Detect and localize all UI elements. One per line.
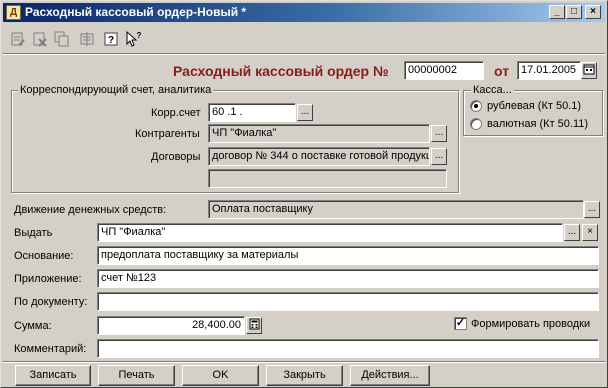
- properties-icon[interactable]: [78, 31, 96, 49]
- contragent-field[interactable]: ЧП "Фиалка": [208, 124, 430, 143]
- kassa-rub-radio[interactable]: [470, 100, 482, 112]
- document-field[interactable]: [97, 292, 599, 311]
- actions-button[interactable]: Действия...: [350, 365, 430, 386]
- edit-icon[interactable]: [9, 31, 27, 49]
- calendar-icon: [583, 64, 595, 75]
- toolbar-separator: [3, 53, 605, 55]
- issue-clear-button[interactable]: ×: [582, 224, 598, 241]
- document-date-field[interactable]: 17.01.2005: [517, 61, 581, 80]
- sum-label: Сумма:: [14, 320, 52, 332]
- help-icon[interactable]: ?: [102, 31, 120, 49]
- issue-label: Выдать: [14, 227, 53, 239]
- issue-select-button[interactable]: ...: [564, 224, 580, 241]
- movement-label: Движение денежных средств:: [14, 204, 167, 216]
- kassa-currency-label[interactable]: валютная (Кт 50.11): [487, 118, 588, 130]
- contragent-select-button[interactable]: ...: [431, 125, 447, 142]
- document-label: По документу:: [14, 296, 88, 308]
- document-number-field[interactable]: 00000002: [404, 61, 484, 80]
- account-label: Корр.счет: [151, 107, 201, 119]
- toolbar: ? ?: [7, 30, 167, 51]
- svg-text:?: ?: [137, 31, 142, 40]
- buttons-separator: [3, 361, 605, 363]
- whats-this-icon[interactable]: ?: [125, 30, 143, 49]
- movement-field[interactable]: Оплата поставщику: [208, 200, 584, 219]
- post-entries-label[interactable]: Формировать проводки: [471, 318, 590, 330]
- title-bar[interactable]: Д Расходный кассовый ордер-Новый * _ □ ×: [3, 3, 605, 22]
- kassa-group-title: Касса...: [471, 84, 514, 96]
- calculator-button[interactable]: [246, 317, 262, 334]
- date-from-label: от: [494, 63, 510, 79]
- maximize-button[interactable]: □: [566, 5, 582, 19]
- attachment-field[interactable]: счет №123: [97, 269, 599, 288]
- close-window-button[interactable]: ×: [585, 5, 601, 19]
- post-entries-checkbox[interactable]: ✓: [454, 317, 467, 330]
- extra-analytics-field[interactable]: [208, 169, 447, 188]
- save-button[interactable]: Записать: [15, 365, 91, 386]
- issue-field[interactable]: ЧП "Фиалка": [97, 223, 563, 242]
- sum-field[interactable]: 28,400.00: [97, 316, 245, 335]
- attachment-label: Приложение:: [14, 273, 82, 285]
- account-select-button[interactable]: ...: [297, 104, 313, 121]
- contract-select-button[interactable]: ...: [431, 148, 447, 165]
- analytics-group-title: Корреспондирующий счет, аналитика: [18, 84, 214, 96]
- document-window: Д Расходный кассовый ордер-Новый * _ □ ×…: [0, 0, 608, 388]
- comment-label: Комментарий:: [14, 343, 87, 355]
- contract-field[interactable]: договор № 344 о поставке готовой продукц…: [208, 147, 430, 166]
- movement-select-button[interactable]: ...: [584, 201, 600, 218]
- kassa-rub-label[interactable]: рублевая (Кт 50.1): [487, 100, 581, 112]
- ok-button[interactable]: OK: [182, 365, 259, 386]
- document-heading: Расходный кассовый ордер №: [173, 63, 389, 79]
- basis-field[interactable]: предоплата поставщику за материалы: [97, 246, 599, 265]
- basis-label: Основание:: [14, 250, 74, 262]
- calculator-icon: [249, 318, 259, 330]
- kassa-currency-radio[interactable]: [470, 118, 482, 130]
- account-field[interactable]: 60 .1 .: [208, 103, 296, 122]
- minimize-button[interactable]: _: [549, 5, 565, 19]
- clear-icon: ×: [587, 226, 593, 237]
- delete-icon[interactable]: [31, 31, 49, 49]
- print-button[interactable]: Печать: [98, 365, 175, 386]
- copy-icon[interactable]: [53, 31, 71, 49]
- document-icon: Д: [6, 5, 21, 20]
- window-title: Расходный кассовый ордер-Новый *: [25, 5, 247, 19]
- calendar-button[interactable]: [581, 62, 597, 79]
- comment-field[interactable]: [97, 339, 599, 358]
- contract-label: Договоры: [151, 151, 201, 163]
- contragent-label: Контрагенты: [135, 128, 200, 140]
- close-button[interactable]: Закрыть: [266, 365, 343, 386]
- svg-text:?: ?: [108, 35, 114, 46]
